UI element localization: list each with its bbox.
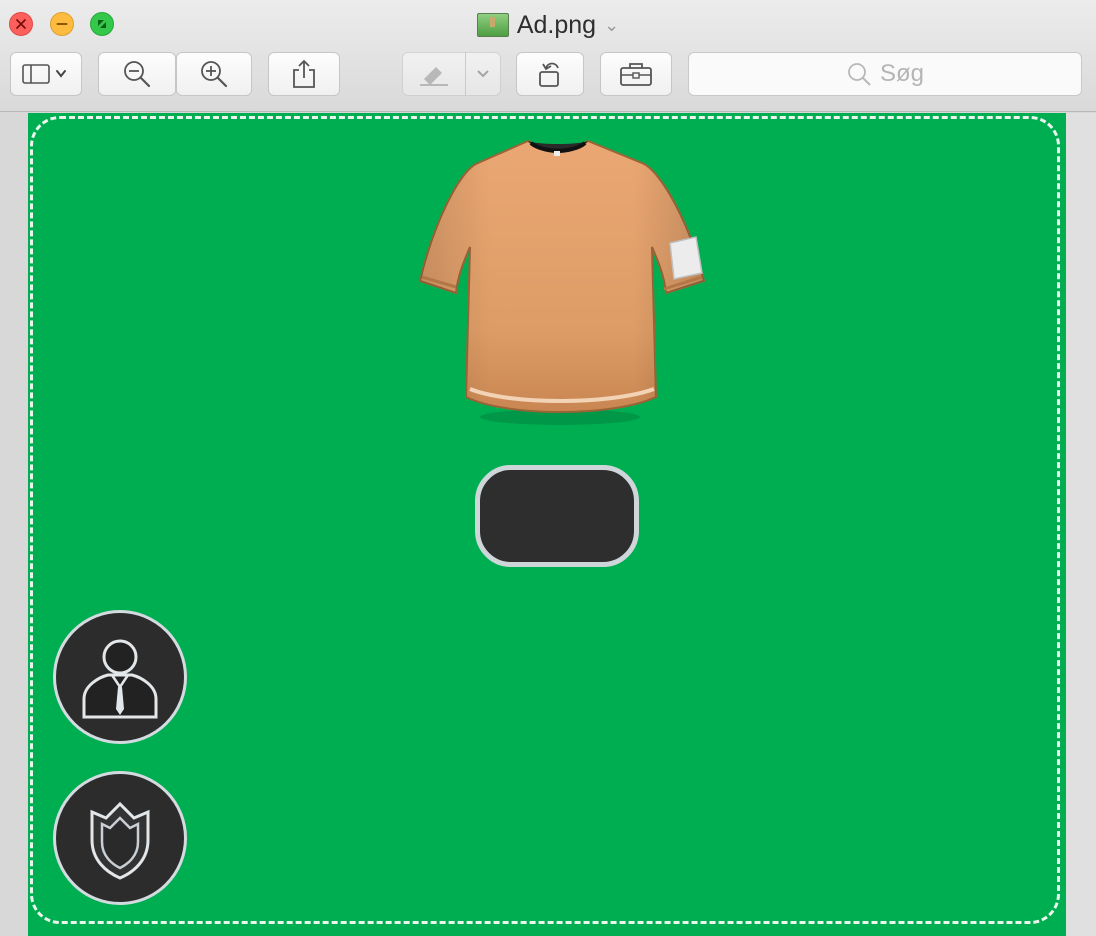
zoom-in-icon <box>201 61 228 88</box>
search-input[interactable]: Søg <box>688 52 1082 96</box>
vertical-scrollbar[interactable] <box>1066 113 1096 936</box>
rotate-button[interactable] <box>516 52 584 96</box>
window-title-bar[interactable]: Ad.png ⌄ <box>0 10 1096 40</box>
window-chrome: Ad.png ⌄ Søg <box>0 0 1096 112</box>
rotate-icon <box>539 62 559 87</box>
markup-dropdown-button[interactable] <box>465 52 501 96</box>
tshirt-icon <box>418 139 706 425</box>
chevron-down-icon <box>477 70 489 78</box>
manager-icon <box>82 639 158 719</box>
image-canvas <box>28 113 1066 936</box>
toolbox-button[interactable] <box>600 52 672 96</box>
toolbox-icon <box>620 63 652 86</box>
sidebar-toggle-button[interactable] <box>10 52 82 96</box>
shield-icon <box>90 801 150 880</box>
dark-pill-button[interactable] <box>475 465 639 567</box>
markup-button[interactable] <box>402 52 466 96</box>
zoom-in-button[interactable] <box>176 52 252 96</box>
search-placeholder: Søg <box>879 60 924 87</box>
zoom-out-button[interactable] <box>98 52 176 96</box>
pen-icon <box>420 67 448 86</box>
share-button[interactable] <box>268 52 340 96</box>
preview-window: Ad.png ⌄ Søg <box>0 0 1096 936</box>
chevron-down-icon[interactable]: ⌄ <box>604 10 619 40</box>
zoom-out-icon <box>124 61 151 88</box>
sidebar-icon <box>22 64 66 84</box>
image-file-icon <box>476 13 509 37</box>
manager-button[interactable] <box>53 610 187 744</box>
search-icon <box>848 63 871 86</box>
share-icon <box>293 59 315 88</box>
window-title: Ad.png <box>516 11 597 39</box>
shield-button[interactable] <box>53 771 187 905</box>
